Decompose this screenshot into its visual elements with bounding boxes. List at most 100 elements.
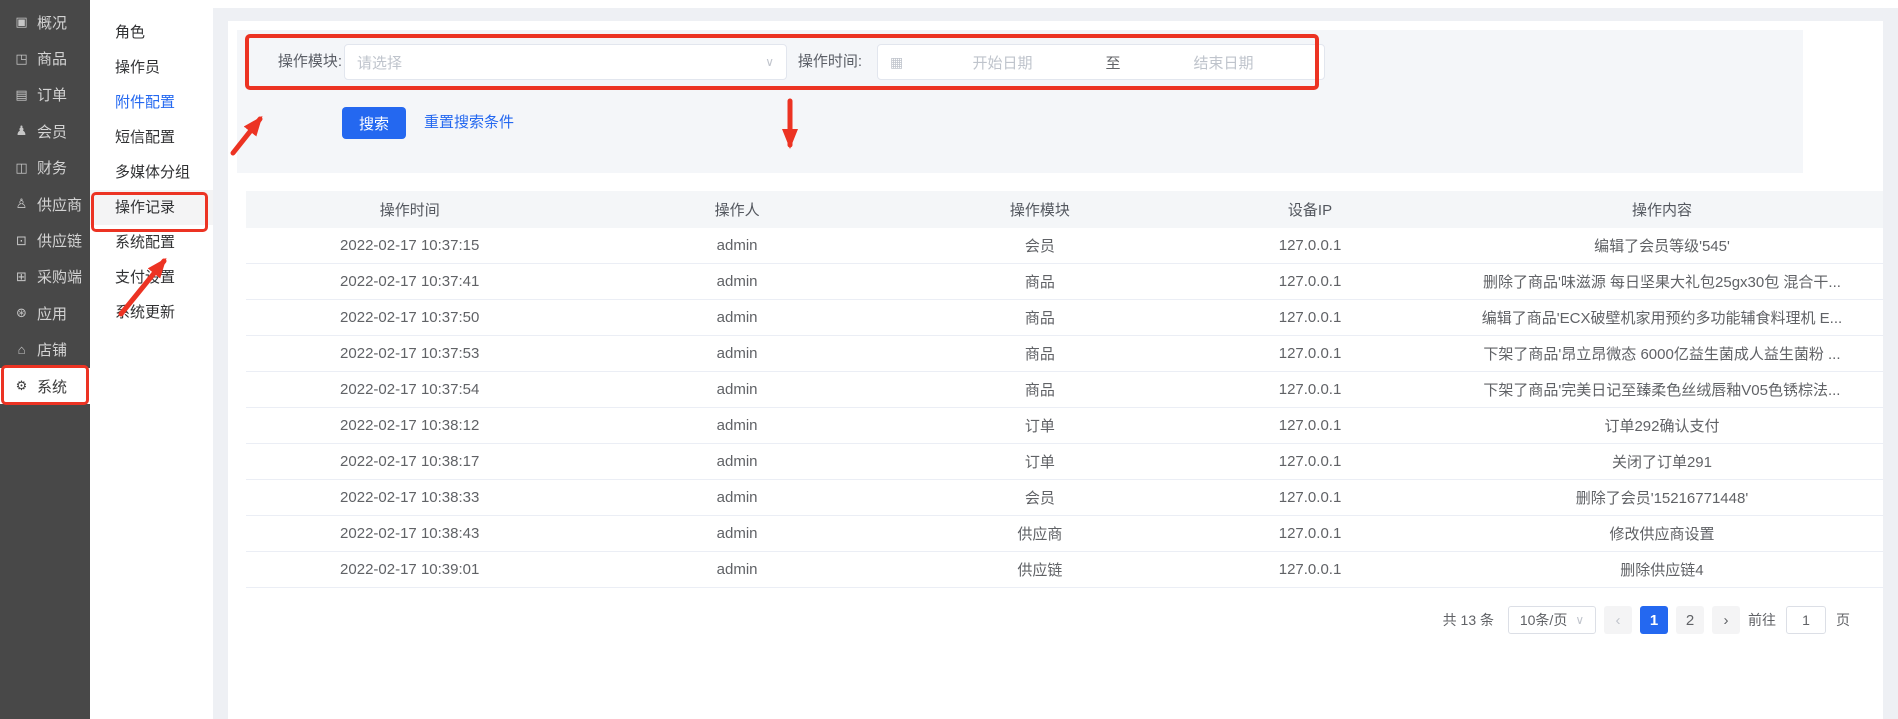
cell-content: 删除了商品'味滋源 每日坚果大礼包25gx30包 混合干... xyxy=(1441,271,1883,292)
table-row: 2022-02-17 10:37:50 admin 商品 127.0.0.1 编… xyxy=(246,300,1883,336)
cell-time: 2022-02-17 10:37:15 xyxy=(246,237,573,254)
sidebar-item-shops[interactable]: ⌂ 店铺 xyxy=(0,332,90,368)
cell-module: 商品 xyxy=(901,271,1179,292)
submenu-item-operators[interactable]: 操作员 xyxy=(90,50,213,85)
cell-content: 关闭了订单291 xyxy=(1441,451,1883,472)
table-row: 2022-02-17 10:38:17 admin 订单 127.0.0.1 关… xyxy=(246,444,1883,480)
cell-module: 供应商 xyxy=(901,523,1179,544)
submenu-item-roles[interactable]: 角色 xyxy=(90,15,213,50)
cell-time: 2022-02-17 10:38:43 xyxy=(246,525,573,542)
sidebar-item-procurement[interactable]: ⊞采购端 xyxy=(0,259,90,295)
sidebar-item-label: 供应链 xyxy=(37,230,82,251)
sidebar-item-label: 财务 xyxy=(37,157,67,178)
column-header-device-ip: 设备IP xyxy=(1179,199,1441,220)
cell-content: 编辑了会员等级'545' xyxy=(1441,235,1883,256)
operation-log-table: 操作时间 操作人 操作模块 设备IP 操作内容 2022-02-17 10:37… xyxy=(246,191,1883,588)
sidebar-item-orders[interactable]: ▤订单 xyxy=(0,77,90,113)
sidebar-item-label: 供应商 xyxy=(37,194,82,215)
cell-operator: admin xyxy=(573,309,900,326)
page-button-2[interactable]: 2 xyxy=(1676,606,1704,634)
cell-module: 会员 xyxy=(901,235,1179,256)
goto-label: 前往 xyxy=(1748,610,1776,630)
page-button-1[interactable]: 1 xyxy=(1640,606,1668,634)
reset-search-link[interactable]: 重置搜索条件 xyxy=(424,107,514,139)
cell-device-ip: 127.0.0.1 xyxy=(1179,381,1441,398)
submenu-item-system-config[interactable]: 系统配置 xyxy=(90,225,213,260)
cell-operator: admin xyxy=(573,525,900,542)
cell-module: 商品 xyxy=(901,379,1179,400)
secondary-sidebar-list: 角色 操作员 附件配置 短信配置 多媒体分组 操作记录 系统配置 支付设置 系统… xyxy=(90,15,213,330)
sidebar-item-label: 系统 xyxy=(37,376,67,397)
submenu-item-system-update[interactable]: 系统更新 xyxy=(90,295,213,330)
sidebar-item-suppliers[interactable]: ♙ 供应商 xyxy=(0,186,90,222)
module-select[interactable]: 请选择 ∨ xyxy=(344,44,787,80)
cell-device-ip: 127.0.0.1 xyxy=(1179,561,1441,578)
cell-time: 2022-02-17 10:37:41 xyxy=(246,273,573,290)
supplier-icon: ♙ xyxy=(13,196,30,212)
time-filter-label: 操作时间: xyxy=(772,52,862,72)
table-row: 2022-02-17 10:39:01 admin 供应链 127.0.0.1 … xyxy=(246,552,1883,588)
cell-content: 删除了会员'15216771448' xyxy=(1441,487,1883,508)
sidebar-item-members[interactable]: ♟会员 xyxy=(0,113,90,149)
module-filter-label: 操作模块: xyxy=(246,52,342,72)
sidebar-item-overview[interactable]: ▣ 概况 xyxy=(0,4,90,40)
sidebar-item-finance[interactable]: ◫财务 xyxy=(0,150,90,186)
sidebar-item-system[interactable]: ⚙系统 xyxy=(0,368,90,404)
cell-operator: admin xyxy=(573,453,900,470)
pagination: 共 13 条 10条/页 ∨ ‹ 1 2 › 前往 页 xyxy=(1443,606,1850,634)
search-button[interactable]: 搜索 xyxy=(342,107,406,139)
cell-time: 2022-02-17 10:37:54 xyxy=(246,381,573,398)
sidebar-item-supply-chain[interactable]: ⊡供应链 xyxy=(0,222,90,258)
module-select-placeholder: 请选择 xyxy=(357,52,402,73)
cell-time: 2022-02-17 10:38:33 xyxy=(246,489,573,506)
sidebar-item-label: 采购端 xyxy=(37,266,82,287)
end-date-input[interactable]: 结束日期 xyxy=(1135,52,1312,73)
start-date-input[interactable]: 开始日期 xyxy=(914,52,1091,73)
submenu-item-attachment-config[interactable]: 附件配置 xyxy=(90,85,213,120)
sidebar-item-label: 概况 xyxy=(37,12,67,33)
chevron-down-icon: ∨ xyxy=(1575,613,1584,627)
cell-content: 编辑了商品'ECX破壁机家用预约多功能辅食料理机 E... xyxy=(1441,307,1883,328)
submenu-item-sms-config[interactable]: 短信配置 xyxy=(90,120,213,155)
cell-module: 订单 xyxy=(901,415,1179,436)
table-row: 2022-02-17 10:38:12 admin 订单 127.0.0.1 订… xyxy=(246,408,1883,444)
cell-content: 下架了商品'昂立昂微态 6000亿益生菌成人益生菌粉 ... xyxy=(1441,343,1883,364)
page-unit-label: 页 xyxy=(1836,610,1850,630)
primary-sidebar-list: ▣ 概况 ◳商品 ▤订单 ♟会员 ◫财务 ♙ 供应商 ⊡供应链 ⊞采购端 ⊛应用 ⌂… xyxy=(0,4,90,404)
secondary-sidebar: 角色 操作员 附件配置 短信配置 多媒体分组 操作记录 系统配置 支付设置 系统… xyxy=(90,0,213,719)
shop-icon: ⌂ xyxy=(13,342,30,357)
apps-icon: ⊛ xyxy=(13,305,30,321)
column-header-time: 操作时间 xyxy=(246,199,573,220)
cell-time: 2022-02-17 10:38:12 xyxy=(246,417,573,434)
primary-sidebar: ▣ 概况 ◳商品 ▤订单 ♟会员 ◫财务 ♙ 供应商 ⊡供应链 ⊞采购端 ⊛应用 ⌂… xyxy=(0,0,90,719)
page-size-select[interactable]: 10条/页 ∨ xyxy=(1508,606,1596,634)
date-range-picker[interactable]: ▦ 开始日期 至 结束日期 xyxy=(877,44,1325,80)
table-row: 2022-02-17 10:37:15 admin 会员 127.0.0.1 编… xyxy=(246,228,1883,264)
cell-device-ip: 127.0.0.1 xyxy=(1179,417,1441,434)
cell-device-ip: 127.0.0.1 xyxy=(1179,453,1441,470)
submenu-item-operation-log[interactable]: 操作记录 xyxy=(90,190,213,225)
cell-operator: admin xyxy=(573,237,900,254)
cell-content: 删除供应链4 xyxy=(1441,559,1883,580)
column-header-module: 操作模块 xyxy=(901,199,1179,220)
next-page-button[interactable]: › xyxy=(1712,606,1740,634)
document-icon: ▤ xyxy=(13,87,30,103)
table-row: 2022-02-17 10:38:33 admin 会员 127.0.0.1 删… xyxy=(246,480,1883,516)
goto-page-input[interactable] xyxy=(1786,606,1826,634)
cell-device-ip: 127.0.0.1 xyxy=(1179,345,1441,362)
cell-device-ip: 127.0.0.1 xyxy=(1179,309,1441,326)
cell-module: 商品 xyxy=(901,307,1179,328)
date-range-separator: 至 xyxy=(1091,52,1135,73)
cell-operator: admin xyxy=(573,489,900,506)
sidebar-item-label: 店铺 xyxy=(37,339,67,360)
monitor-icon: ▣ xyxy=(13,14,30,30)
sidebar-item-goods[interactable]: ◳商品 xyxy=(0,40,90,76)
prev-page-button[interactable]: ‹ xyxy=(1604,606,1632,634)
calendar-icon: ▦ xyxy=(890,54,914,71)
submenu-item-media-groups[interactable]: 多媒体分组 xyxy=(90,155,213,190)
submenu-item-payment-config[interactable]: 支付设置 xyxy=(90,260,213,295)
sidebar-item-apps[interactable]: ⊛应用 xyxy=(0,295,90,331)
table-row: 2022-02-17 10:37:41 admin 商品 127.0.0.1 删… xyxy=(246,264,1883,300)
cell-time: 2022-02-17 10:37:53 xyxy=(246,345,573,362)
cell-module: 会员 xyxy=(901,487,1179,508)
